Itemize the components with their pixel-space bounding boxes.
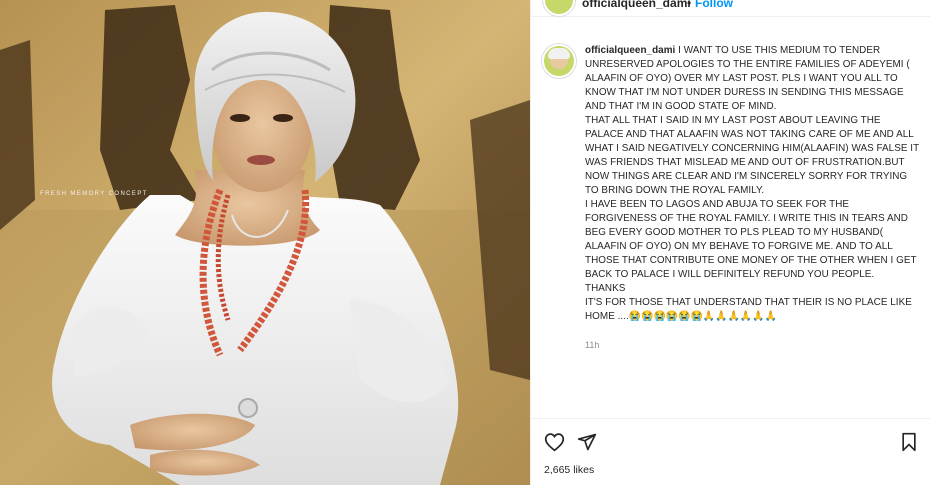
caption-paragraph-2: THAT ALL THAT I SAID IN MY LAST POST ABO… bbox=[585, 115, 919, 196]
bookmark-icon[interactable] bbox=[900, 432, 918, 457]
caption-text: officialqueen_dami I WANT TO USE THIS ME… bbox=[585, 44, 921, 324]
post-time[interactable]: 11h bbox=[585, 340, 599, 350]
separator-dot: • bbox=[687, 0, 692, 10]
photo-watermark: FRESH MEMORY CONCEPT bbox=[40, 191, 148, 197]
portrait-image bbox=[0, 0, 530, 485]
likes-count[interactable]: 2,665 likes bbox=[544, 464, 594, 476]
avatar[interactable] bbox=[543, 0, 575, 16]
follow-button[interactable]: Follow bbox=[695, 0, 733, 10]
header-username[interactable]: officialqueen_dami bbox=[582, 0, 691, 10]
post-photo[interactable]: FRESH MEMORY CONCEPT bbox=[0, 0, 530, 485]
post-side-panel: officialqueen_dami • Follow ••• official… bbox=[530, 0, 930, 485]
heart-icon[interactable] bbox=[544, 432, 565, 457]
post-header: officialqueen_dami • Follow ••• bbox=[531, 0, 930, 17]
action-bar: 2,665 likes bbox=[531, 418, 930, 486]
more-horizontal-icon[interactable]: ••• bbox=[897, 0, 917, 7]
caption-section: officialqueen_dami I WANT TO USE THIS ME… bbox=[531, 30, 930, 350]
caption-paragraph-5: IT'S FOR THOSE THAT UNDERSTAND THAT THEI… bbox=[585, 297, 912, 322]
caption-paragraph-4: THANKS bbox=[585, 283, 626, 294]
caption-paragraph-3: I HAVE BEEN TO LAGOS AND ABUJA TO SEEK F… bbox=[585, 199, 917, 280]
caption-avatar[interactable] bbox=[542, 44, 576, 78]
avatar-headwrap bbox=[548, 48, 570, 59]
send-icon[interactable] bbox=[577, 432, 597, 457]
caption-username[interactable]: officialqueen_dami bbox=[585, 45, 675, 56]
